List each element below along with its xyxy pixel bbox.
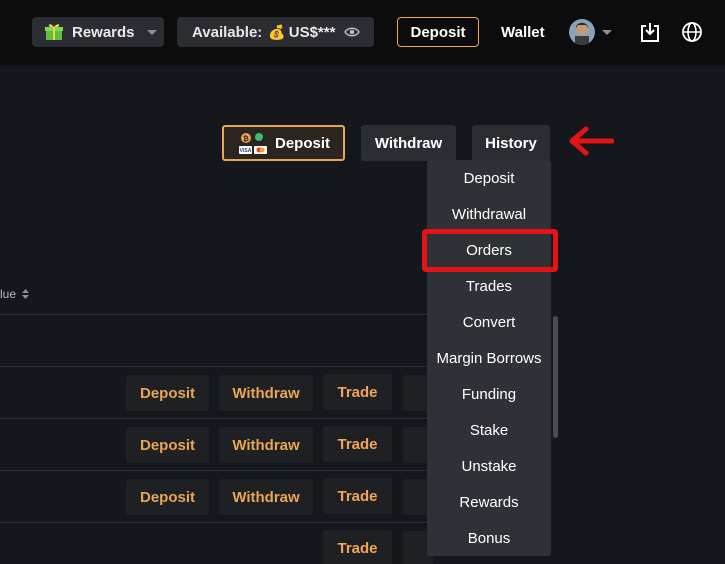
deposit-button-label: Deposit bbox=[274, 134, 330, 152]
row-trade-button[interactable]: Trade bbox=[323, 478, 392, 514]
wallet-label: Wallet bbox=[501, 23, 545, 41]
history-menu-item-deposit[interactable]: Deposit bbox=[427, 160, 551, 196]
sort-icon[interactable] bbox=[22, 289, 30, 299]
rewards-dropdown[interactable]: Rewards bbox=[32, 17, 164, 47]
row-withdraw-label: Withdraw bbox=[232, 436, 300, 454]
svg-text:VISA: VISA bbox=[240, 148, 252, 154]
row-divider bbox=[0, 470, 430, 471]
row-divider bbox=[0, 522, 430, 523]
dropdown-scrollbar[interactable] bbox=[553, 316, 558, 438]
deposit-button[interactable]: ₿ VISA Deposit bbox=[222, 125, 345, 161]
history-menu-item-bonus[interactable]: Bonus bbox=[427, 520, 551, 556]
history-menu-item-unstake[interactable]: Unstake bbox=[427, 448, 551, 484]
row-deposit-button[interactable]: Deposit bbox=[126, 375, 209, 411]
available-balance: Available: 💰 US$*** bbox=[177, 17, 374, 47]
row-divider bbox=[0, 418, 430, 419]
column-header-label: lue bbox=[0, 287, 17, 301]
history-menu-item-funding[interactable]: Funding bbox=[427, 376, 551, 412]
top-deposit-label: Deposit bbox=[410, 23, 466, 41]
history-menu-item-convert[interactable]: Convert bbox=[427, 304, 551, 340]
available-label: Available: bbox=[192, 23, 263, 41]
row-divider bbox=[0, 314, 430, 315]
row-withdraw-label: Withdraw bbox=[232, 488, 300, 506]
row-trade-label: Trade bbox=[337, 539, 378, 557]
chevron-down-icon bbox=[146, 29, 157, 35]
rewards-label: Rewards bbox=[72, 23, 135, 41]
orders-highlight-annotation bbox=[422, 229, 558, 272]
wallet-link[interactable]: Wallet bbox=[501, 17, 545, 47]
history-menu-item-withdrawal[interactable]: Withdrawal bbox=[427, 196, 551, 232]
history-dropdown-menu: Deposit Withdrawal Orders Trades Convert… bbox=[427, 160, 551, 556]
row-trade-label: Trade bbox=[337, 487, 378, 505]
menu-item-label: Unstake bbox=[461, 457, 517, 475]
history-menu-item-margin-borrows[interactable]: Margin Borrows bbox=[427, 340, 551, 376]
history-menu-item-rewards[interactable]: Rewards bbox=[427, 484, 551, 520]
row-deposit-label: Deposit bbox=[139, 384, 195, 402]
row-deposit-label: Deposit bbox=[139, 436, 195, 454]
row-withdraw-button[interactable]: Withdraw bbox=[219, 375, 313, 411]
globe-icon[interactable] bbox=[681, 21, 703, 43]
menu-item-label: Trades bbox=[465, 277, 513, 295]
top-deposit-button[interactable]: Deposit bbox=[397, 17, 479, 47]
row-divider bbox=[0, 366, 430, 367]
history-menu-item-trades[interactable]: Trades bbox=[427, 268, 551, 304]
row-withdraw-button[interactable]: Withdraw bbox=[219, 479, 313, 515]
menu-item-label: Funding bbox=[461, 385, 517, 403]
menu-item-label: Bonus bbox=[467, 529, 511, 547]
history-button[interactable]: History bbox=[472, 125, 550, 161]
available-value: US$*** bbox=[288, 23, 336, 41]
menu-item-label: Rewards bbox=[459, 493, 519, 511]
avatar[interactable] bbox=[569, 19, 595, 45]
avatar-chevron-icon[interactable] bbox=[602, 30, 612, 35]
row-withdraw-button[interactable]: Withdraw bbox=[219, 427, 313, 463]
red-arrow-annotation bbox=[569, 126, 614, 156]
menu-item-label: Margin Borrows bbox=[436, 349, 542, 367]
row-deposit-button[interactable]: Deposit bbox=[126, 427, 209, 463]
row-trade-label: Trade bbox=[337, 435, 378, 453]
withdraw-button-label: Withdraw bbox=[374, 134, 443, 152]
menu-item-label: Deposit bbox=[463, 169, 515, 187]
history-button-label: History bbox=[485, 134, 537, 152]
gift-icon bbox=[45, 24, 63, 40]
row-trade-label: Trade bbox=[337, 383, 378, 401]
row-deposit-button[interactable]: Deposit bbox=[126, 479, 209, 515]
row-deposit-label: Deposit bbox=[139, 488, 195, 506]
row-trade-button[interactable]: Trade bbox=[323, 374, 392, 410]
svg-text:₿: ₿ bbox=[243, 135, 249, 143]
payment-cards-icon: ₿ VISA bbox=[238, 133, 267, 154]
menu-item-label: Stake bbox=[469, 421, 509, 439]
withdraw-button[interactable]: Withdraw bbox=[361, 125, 456, 161]
money-bag-icon: 💰 bbox=[268, 23, 286, 40]
row-trade-button[interactable]: Trade bbox=[323, 530, 392, 564]
top-navigation-bar: Rewards Available: 💰 US$*** Deposit Wall… bbox=[0, 0, 725, 65]
eye-icon[interactable] bbox=[344, 24, 361, 40]
history-menu-item-stake[interactable]: Stake bbox=[427, 412, 551, 448]
column-header-value[interactable]: lue bbox=[0, 287, 30, 301]
download-icon[interactable] bbox=[639, 21, 661, 43]
row-withdraw-label: Withdraw bbox=[232, 384, 300, 402]
menu-item-label: Convert bbox=[462, 313, 516, 331]
menu-item-label: Withdrawal bbox=[451, 205, 527, 223]
row-trade-button[interactable]: Trade bbox=[323, 426, 392, 462]
